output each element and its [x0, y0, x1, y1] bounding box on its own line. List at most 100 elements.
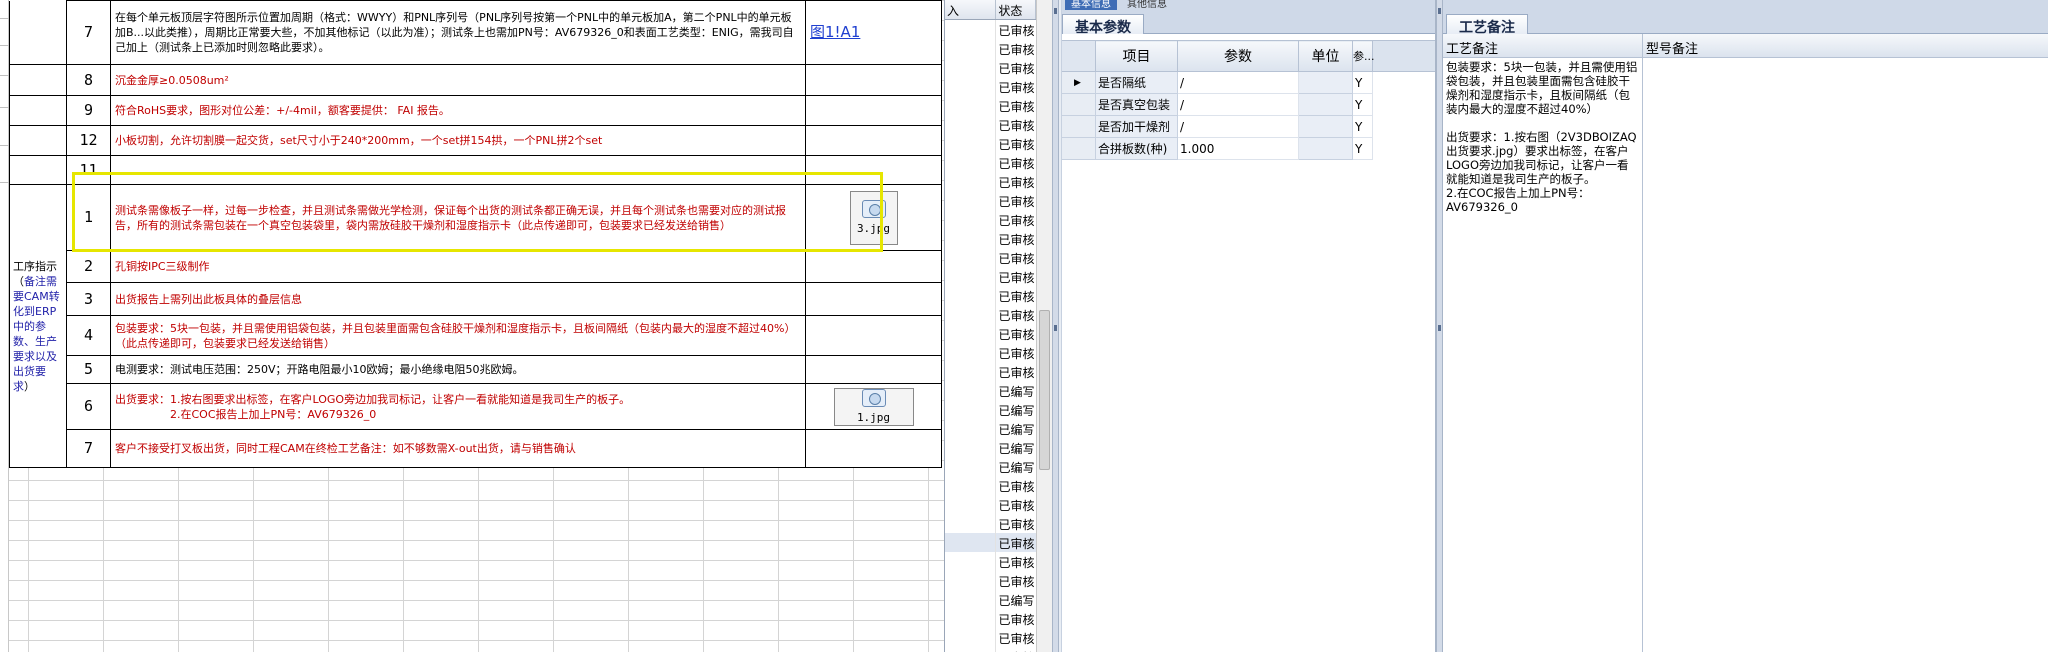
status-row[interactable]: 已审核 — [945, 628, 1036, 647]
row-text[interactable]: 客户不接受打叉板出货，同时工程CAM在终检工艺备注：如不够数需X-out出货，请… — [110, 429, 806, 468]
row-number: 6 — [66, 383, 111, 430]
status-row[interactable]: 已编写 — [945, 438, 1036, 457]
row-text[interactable]: 测试条需像板子一样，过每一步检查，并且测试条需做光学检测，保证每个出货的测试条都… — [110, 184, 806, 251]
status-row[interactable]: 已审核 — [945, 115, 1036, 134]
status-row[interactable]: 已编写 — [945, 457, 1036, 476]
column-header-item[interactable]: 项目 — [1095, 40, 1178, 72]
status-row[interactable]: 已审核 — [945, 210, 1036, 229]
column-header-param[interactable]: 参... — [1352, 40, 1375, 72]
table-row: 6 出货要求：1.按右图要求出标签，在客户LOGO旁边加我司标记，让客户一看就能… — [10, 383, 942, 430]
status-cell-empty — [945, 20, 997, 39]
status-row[interactable]: 已审核 — [945, 20, 1036, 39]
scrollbar-thumb[interactable] — [1039, 310, 1050, 470]
status-list[interactable]: 已审核 已审核 已审核 已审核 已审核 已审核 已审核 已审核 已审核 已审核 已审核 已审核 已审核已… — [945, 20, 1036, 652]
row-text[interactable]: 出货要求：1.按右图要求出标签，在客户LOGO旁边加我司标记，让客户一看就能知道… — [110, 383, 806, 430]
params-header-row: 项目 参数 单位 参... — [1059, 40, 1435, 72]
status-row[interactable]: 已审核 — [945, 343, 1036, 362]
table-row: 7 在每个单元板顶层字符图所示位置加周期（格式：WWYY）和PNL序列号（PNL… — [9, 0, 942, 65]
row-text[interactable]: 小板切割，允许切割膜一起交货，set尺寸小于240*200mm，一个set拼15… — [110, 125, 806, 156]
status-value: 已审核 — [998, 499, 1035, 513]
status-row[interactable]: 已审核 — [945, 248, 1036, 267]
row-link-cell[interactable]: 图1!A1 — [805, 0, 942, 65]
status-row[interactable]: 已审核 — [945, 134, 1036, 153]
status-row[interactable]: 已审核 — [945, 286, 1036, 305]
status-row[interactable]: 已审核 — [945, 39, 1036, 58]
top-tab-other-info[interactable]: 其他信息 — [1121, 0, 1173, 10]
status-row[interactable]: 已审核 — [945, 571, 1036, 590]
params-tabstrip: 基本信息 其他信息 基本参数 — [1059, 0, 1435, 36]
status-row[interactable]: 已审核 — [945, 77, 1036, 96]
table-row: 11 — [9, 155, 942, 185]
status-row[interactable]: 已审核 — [945, 191, 1036, 210]
status-row[interactable]: 已审核 — [945, 172, 1036, 191]
row-text[interactable]: 符合RoHS要求，图形对位公差：+/-4mil，额客要提供： FAI 报告。 — [110, 95, 806, 126]
tab-basic-params[interactable]: 基本参数 — [1062, 14, 1144, 36]
params-grid[interactable]: 项目 参数 单位 参... ▶ 是否隔纸 / Y 是否真空包装 / Y 是否加干… — [1059, 40, 1436, 160]
row-text[interactable]: 在每个单元板顶层字符图所示位置加周期（格式：WWYY）和PNL序列号（PNL序列… — [110, 0, 806, 65]
status-row[interactable]: 已审核 — [945, 267, 1036, 286]
status-row[interactable]: 已审核 — [945, 495, 1036, 514]
top-tab-basic-info[interactable]: 基本信息 — [1065, 0, 1117, 10]
row-text[interactable]: 沉金金厚≥0.0508um² — [110, 64, 806, 96]
table-row[interactable]: 合拼板数(种) 1.000 Y — [1059, 137, 1436, 160]
splitter-grip-icon — [1438, 325, 1441, 331]
row-text[interactable] — [110, 155, 806, 185]
status-row[interactable]: 已审核 — [945, 229, 1036, 248]
notes-columns: 工艺备注 包装要求：5块一包装，并且需使用铝袋包装，并且包装里面需包含硅胶干燥剂… — [1443, 34, 2048, 652]
table-row: 5 电测要求：测试电压范围：250V；开路电阻最小10欧姆；最小绝缘电阻50兆欧… — [10, 355, 942, 384]
attachment-cell[interactable]: 3.jpg — [805, 184, 942, 251]
table-row[interactable]: 是否加干燥剂 / Y — [1059, 115, 1436, 138]
column-header-value[interactable]: 参数 — [1177, 40, 1299, 72]
table-row[interactable]: 是否真空包装 / Y — [1059, 93, 1436, 116]
row-number: 2 — [66, 250, 111, 283]
column-header-unit[interactable]: 单位 — [1298, 40, 1353, 72]
status-row[interactable]: 已审核 — [945, 476, 1036, 495]
table-row[interactable]: ▶ 是否隔纸 / Y — [1059, 71, 1436, 94]
sheet-link[interactable]: 图1!A1 — [810, 23, 860, 41]
row-number: 3 — [66, 282, 111, 316]
status-cell-empty — [945, 77, 997, 96]
panel-splitter[interactable] — [1052, 0, 1059, 652]
row-text[interactable]: 电测要求：测试电压范围：250V；开路电阻最小10欧姆；最小绝缘电阻50兆欧姆。 — [110, 355, 806, 384]
status-value: 已审核 — [998, 214, 1035, 228]
splitter-grip-icon — [1054, 8, 1057, 14]
splitter-grip-icon — [1438, 8, 1441, 14]
status-row[interactable]: 已审核 — [945, 58, 1036, 77]
status-row[interactable]: 已审核 — [945, 533, 1036, 552]
status-value: 已审核 — [998, 347, 1035, 361]
status-row[interactable]: 已审核 — [945, 324, 1036, 343]
model-note-text[interactable] — [1643, 58, 2048, 62]
status-row[interactable]: 已审核 — [945, 609, 1036, 628]
row-text[interactable]: 孔铜按IPC三级制作 — [110, 250, 806, 283]
vertical-scrollbar[interactable] — [1036, 0, 1052, 652]
status-value: 已编写 — [998, 404, 1035, 418]
status-row[interactable]: 已编写 — [945, 381, 1036, 400]
status-row[interactable]: 已审核 — [945, 552, 1036, 571]
status-value: 已审核 — [998, 252, 1035, 266]
panel-splitter[interactable] — [1436, 0, 1443, 652]
image-attachment[interactable]: 1.jpg — [833, 387, 914, 426]
status-row[interactable]: 已审核 — [945, 514, 1036, 533]
table-row: 12 小板切割，允许切割膜一起交货，set尺寸小于240*200mm，一个set… — [9, 125, 942, 156]
status-row[interactable]: 已审核 — [945, 153, 1036, 172]
status-value: 已审核 — [998, 271, 1035, 285]
status-cell-empty — [945, 210, 997, 229]
status-row[interactable]: 已编写 — [945, 400, 1036, 419]
image-attachment[interactable]: 3.jpg — [849, 190, 898, 245]
status-row[interactable]: 已审核 — [945, 96, 1036, 115]
status-row[interactable]: 已编写 — [945, 590, 1036, 609]
status-cell-empty — [945, 343, 997, 362]
status-column[interactable]: 入 状态 已审核 已审核 已审核 已审核 已审核 已审核 已审核 已审核 已审核 已审核 已审核 已审… — [944, 0, 1036, 652]
status-row[interactable]: 已审核 — [945, 362, 1036, 381]
status-row[interactable]: 已审核 — [945, 647, 1036, 652]
spreadsheet-area[interactable]: 7 在每个单元板顶层字符图所示位置加周期（格式：WWYY）和PNL序列号（PNL… — [0, 0, 944, 652]
process-table: 7 在每个单元板顶层字符图所示位置加周期（格式：WWYY）和PNL序列号（PNL… — [9, 0, 942, 468]
attachment-cell[interactable]: 1.jpg — [805, 383, 942, 430]
status-row[interactable]: 已审核 — [945, 305, 1036, 324]
tab-process-notes[interactable]: 工艺备注 — [1446, 14, 1528, 36]
status-row[interactable]: 已编写 — [945, 419, 1036, 438]
status-cell-empty — [945, 647, 997, 652]
row-text[interactable]: 出货报告上需列出此板具体的叠层信息 — [110, 282, 806, 316]
process-note-text[interactable]: 包装要求：5块一包装，并且需使用铝袋包装，并且包装里面需包含硅胶干燥剂和湿度指示… — [1443, 58, 1642, 216]
row-text[interactable]: 包装要求：5块一包装，并且需使用铝袋包装，并且包装里面需包含硅胶干燥剂和湿度指示… — [110, 315, 806, 356]
